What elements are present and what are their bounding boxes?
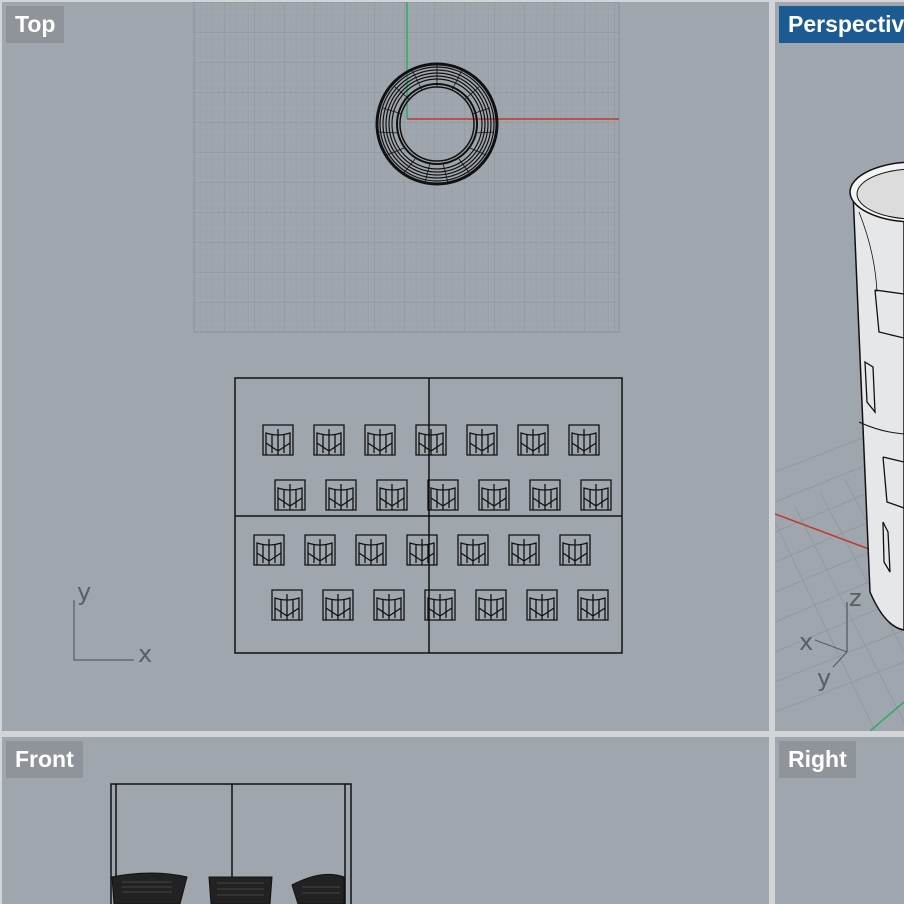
top-x-axis-label: x xyxy=(138,640,152,668)
pattern-cell xyxy=(376,479,408,511)
top-viewport[interactable]: Top y x xyxy=(2,2,769,731)
pattern-cell xyxy=(313,424,345,456)
pattern-cell xyxy=(526,589,558,621)
pattern-cell xyxy=(304,534,336,566)
cup-3d-model xyxy=(849,161,904,631)
pattern-cell xyxy=(517,424,549,456)
perspective-viewport-label[interactable]: Perspective xyxy=(779,6,904,43)
top-axis-indicator: y x xyxy=(73,578,152,668)
pattern-cell xyxy=(478,479,510,511)
persp-z-axis-label: z xyxy=(849,584,862,612)
front-cutouts xyxy=(111,872,345,904)
persp-y-axis-label: y xyxy=(817,664,831,692)
pattern-cell xyxy=(274,479,306,511)
pattern-cells xyxy=(253,424,612,621)
pattern-cell xyxy=(373,589,405,621)
perspective-viewport[interactable]: Perspective z x xyxy=(775,2,904,731)
front-viewport[interactable]: Front xyxy=(2,737,769,904)
pattern-cell xyxy=(529,479,561,511)
pattern-cell xyxy=(262,424,294,456)
pattern-cell xyxy=(466,424,498,456)
persp-x-axis-label: x xyxy=(799,628,813,656)
pattern-cell xyxy=(271,589,303,621)
top-viewport-canvas[interactable]: y x xyxy=(2,2,769,731)
pattern-cell xyxy=(568,424,600,456)
pattern-cell xyxy=(355,534,387,566)
pattern-cell xyxy=(415,424,447,456)
pattern-cell xyxy=(253,534,285,566)
pattern-cell xyxy=(364,424,396,456)
perspective-viewport-canvas[interactable]: z x y xyxy=(775,2,904,731)
pattern-cell xyxy=(325,479,357,511)
top-y-axis-label: y xyxy=(77,578,91,606)
pattern-cell xyxy=(580,479,612,511)
pattern-cell xyxy=(406,534,438,566)
front-viewport-canvas[interactable] xyxy=(2,737,769,904)
right-viewport[interactable]: Right xyxy=(775,737,904,904)
pattern-cell xyxy=(508,534,540,566)
pattern-cell xyxy=(475,589,507,621)
persp-y-axis-line xyxy=(869,701,904,731)
pattern-cell xyxy=(457,534,489,566)
pattern-cell xyxy=(577,589,609,621)
pattern-cell xyxy=(559,534,591,566)
right-viewport-label[interactable]: Right xyxy=(779,741,856,778)
front-viewport-label[interactable]: Front xyxy=(6,741,83,778)
pattern-cell xyxy=(427,479,459,511)
top-viewport-label[interactable]: Top xyxy=(6,6,65,43)
pattern-cell xyxy=(322,589,354,621)
